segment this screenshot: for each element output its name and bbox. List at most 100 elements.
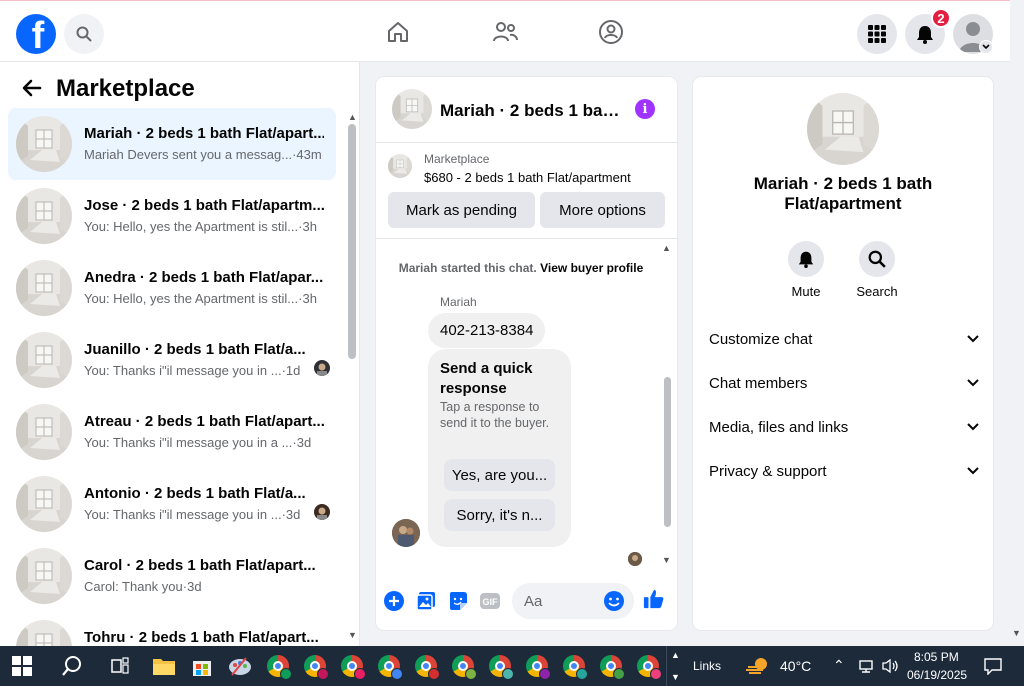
back-arrow-icon[interactable] (20, 76, 44, 100)
customize-chat-section[interactable]: Customize chat (709, 321, 979, 357)
mark-as-pending-button[interactable]: Mark as pending (388, 192, 535, 228)
speaker-icon[interactable] (877, 652, 905, 680)
clock-time[interactable]: 8:05 PM (914, 650, 959, 664)
quick-response-option[interactable]: Sorry, it's n... (444, 499, 555, 531)
conversation-item[interactable]: Mariah · 2 beds 1 bath Flat/apart... Mari… (8, 108, 336, 180)
bell-icon (798, 251, 814, 268)
microsoft-store-icon[interactable] (188, 652, 216, 680)
search-in-chat-button[interactable]: Search (847, 241, 907, 299)
last-message: You: Thanks i"il message you in ... (84, 363, 282, 378)
conversation-item[interactable]: Antonio · 2 beds 1 bath Flat/a... You: Th… (8, 468, 336, 540)
chevron-up-icon[interactable]: ⌃ (833, 657, 845, 674)
clock-date[interactable]: 06/19/2025 (907, 668, 967, 682)
chrome-profile-badge (650, 668, 662, 680)
thumbs-up-icon[interactable] (643, 588, 665, 610)
conversation-item[interactable]: Jose · 2 beds 1 bath Flat/apartm... You: … (8, 180, 336, 252)
conversation-item[interactable]: Anedra · 2 beds 1 bath Flat/apar... You: … (8, 252, 336, 324)
more-options-button[interactable]: More options (540, 192, 665, 228)
scroll-up-arrow-icon[interactable]: ▲ (662, 243, 671, 253)
task-view-icon[interactable] (106, 652, 134, 680)
message-bubble[interactable]: 402-213-8384 (428, 313, 546, 348)
windows-start-icon[interactable] (12, 656, 32, 676)
listing-photo[interactable] (807, 93, 879, 165)
weather-icon[interactable] (744, 652, 772, 680)
menu-grid-icon (868, 25, 886, 43)
media-files-links-section[interactable]: Media, files and links (709, 409, 979, 445)
page-scrollbar[interactable]: ▼ (1010, 0, 1024, 646)
weather-temperature[interactable]: 40°C (780, 658, 811, 674)
listing-summary: Marketplace $680 - 2 beds 1 bath Flat/ap… (376, 143, 677, 239)
friends-icon (493, 22, 518, 42)
chrome-window-icon[interactable] (375, 652, 403, 680)
menu-button[interactable] (857, 14, 897, 54)
conversation-title: Antonio · 2 beds 1 bath Flat/a... (84, 485, 306, 502)
home-icon (388, 22, 408, 42)
conversation-item[interactable]: Juanillo · 2 beds 1 bath Flat/a... You: T… (8, 324, 336, 396)
privacy-support-section[interactable]: Privacy & support (709, 453, 979, 489)
gif-icon[interactable]: GIF (479, 590, 501, 612)
account-menu-caret[interactable] (979, 40, 993, 54)
photo-icon[interactable] (415, 590, 437, 612)
groups-nav-button[interactable] (596, 17, 626, 47)
chrome-window-icon[interactable] (560, 652, 588, 680)
paint-app-icon[interactable] (226, 652, 254, 680)
chat-scrollbar-thumb[interactable] (664, 377, 671, 527)
info-icon[interactable]: i (635, 99, 655, 119)
conversation-item[interactable]: Carol · 2 beds 1 bath Flat/apart... Carol… (8, 540, 336, 612)
chrome-window-icon[interactable] (338, 652, 366, 680)
scroll-up-arrow-icon[interactable]: ▲ (348, 112, 357, 122)
scroll-down-arrow-icon[interactable]: ▼ (662, 555, 671, 565)
facebook-logo[interactable]: f (16, 14, 56, 54)
mute-button[interactable]: Mute (776, 241, 836, 299)
quick-response-option[interactable]: Yes, are you... (444, 459, 555, 491)
chrome-logo-icon (563, 655, 588, 680)
listing-thumbnail[interactable] (392, 89, 432, 129)
mute-icon-circle (788, 241, 824, 277)
scroll-down-arrow-icon[interactable]: ▼ (1012, 628, 1021, 638)
links-toolbar[interactable]: Links (693, 659, 721, 673)
chrome-window-icon[interactable] (523, 652, 551, 680)
plus-icon[interactable] (383, 590, 405, 612)
conversation-item[interactable]: Atreau · 2 beds 1 bath Flat/apart... You:… (8, 396, 336, 468)
chrome-window-icon[interactable] (301, 652, 329, 680)
chat-title[interactable]: Mariah · 2 beds 1 bat... (440, 101, 620, 121)
file-explorer-icon[interactable] (150, 652, 178, 680)
search-button[interactable] (64, 14, 104, 54)
view-buyer-profile-link[interactable]: View buyer profile (540, 261, 643, 275)
home-nav-button[interactable] (383, 17, 413, 47)
chrome-window-icon[interactable] (486, 652, 514, 680)
taskbar-scroll-up-icon[interactable]: ▲ (671, 650, 680, 660)
conversation-item[interactable]: Tohru · 2 beds 1 bath Flat/apart... (8, 612, 336, 646)
read-receipt-photo (628, 552, 642, 566)
top-navigation-bar: f 2 (0, 0, 1010, 62)
notification-center-icon[interactable] (979, 652, 1007, 680)
scroll-down-arrow-icon[interactable]: ▼ (348, 630, 357, 640)
chat-members-section[interactable]: Chat members (709, 365, 979, 401)
sender-name: Mariah (440, 295, 477, 309)
taskbar-search-icon[interactable] (58, 652, 86, 680)
friends-nav-button[interactable] (490, 17, 520, 47)
chat-started-text: Mariah started this chat. (398, 261, 537, 275)
notifications-button[interactable]: 2 (905, 8, 951, 54)
chrome-window-icon[interactable] (264, 652, 292, 680)
conversation-preview: You: Thanks i"il message you in ... ·3d (84, 507, 324, 522)
message-input[interactable]: Aa (512, 583, 634, 619)
chrome-window-icon[interactable] (449, 652, 477, 680)
chrome-profile-badge (428, 668, 440, 680)
taskbar-scroll-down-icon[interactable]: ▼ (671, 672, 680, 682)
emoji-icon[interactable] (604, 591, 624, 616)
chrome-profile-badge (354, 668, 366, 680)
inbox-scrollbar-thumb[interactable] (348, 124, 356, 359)
sticker-icon[interactable] (447, 590, 469, 612)
listing-mini-thumbnail[interactable] (388, 154, 412, 178)
listing-price[interactable]: $680 - 2 beds 1 bath Flat/apartment (424, 170, 631, 185)
chevron-down-icon (967, 335, 979, 343)
facebook-logo-letter: f (31, 15, 45, 54)
last-message: You: Thanks i"il message you in ... (84, 507, 282, 522)
chrome-profile-badge (613, 668, 625, 680)
chrome-window-icon[interactable] (412, 652, 440, 680)
sender-avatar[interactable] (392, 519, 420, 547)
chrome-window-icon[interactable] (634, 652, 662, 680)
chrome-profile-badge (391, 668, 403, 680)
chrome-window-icon[interactable] (597, 652, 625, 680)
